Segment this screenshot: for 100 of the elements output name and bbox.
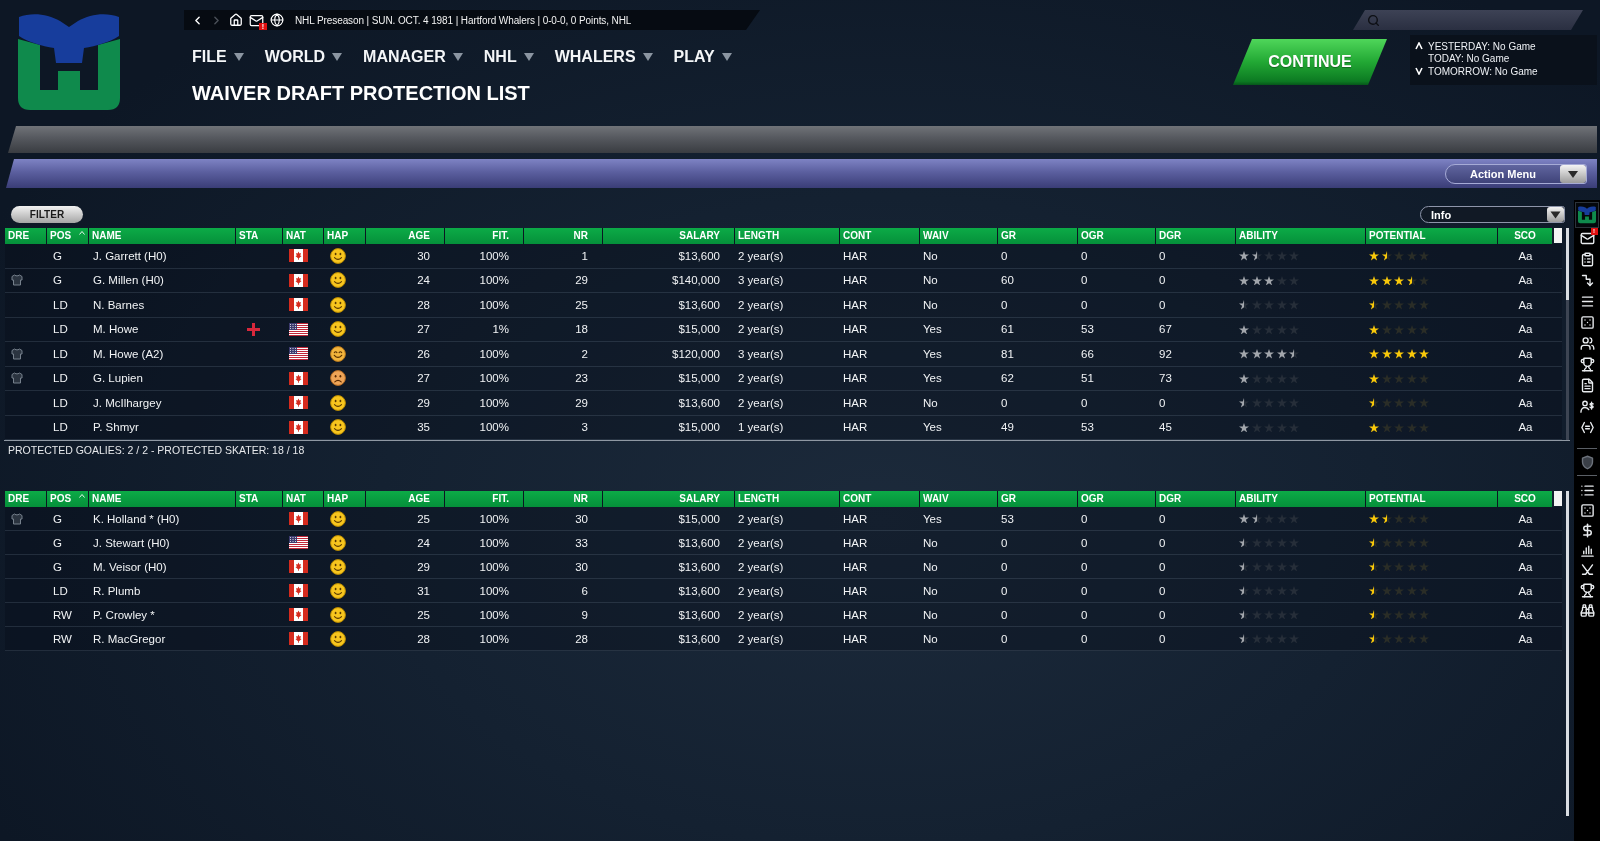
table-row[interactable]: LD J. McIlhargey 29 100% 29 $13,600 2 year(s) HAR No 0 0 0 Aa (5, 391, 1562, 416)
menu-item[interactable]: WORLD (264, 47, 343, 66)
table-cell-text: Aa (1517, 346, 1534, 362)
column-header[interactable]: CONT (839, 491, 919, 507)
column-header[interactable]: NR (523, 491, 602, 507)
list-icon[interactable] (1579, 482, 1595, 498)
column-header[interactable]: DGR (1155, 228, 1235, 244)
chevron-down-icon[interactable] (1415, 67, 1423, 76)
star-icon (1251, 275, 1262, 285)
dice-icon[interactable] (1579, 502, 1595, 518)
continue-button[interactable]: CONTINUE (1233, 39, 1387, 85)
column-header[interactable]: ABILITY (1235, 491, 1365, 507)
column-header[interactable]: NAME (88, 228, 235, 244)
column-header[interactable]: FIT. (444, 491, 523, 507)
table-row[interactable]: LD R. Plumb 31 100% 6 $13,600 2 year(s) HAR No 0 0 0 Aa (5, 579, 1562, 603)
column-header[interactable]: POS (46, 491, 88, 507)
menu-item[interactable]: MANAGER (363, 47, 463, 66)
column-header[interactable]: NAT (282, 491, 323, 507)
menu-item[interactable]: PLAY (673, 47, 732, 66)
scrollbar[interactable] (1566, 228, 1569, 440)
column-header[interactable]: NAME (88, 491, 235, 507)
column-header[interactable]: DRE (5, 491, 46, 507)
column-header[interactable]: SALARY (602, 491, 734, 507)
column-header[interactable]: STA (235, 228, 282, 244)
table-cell-text: $13,600 (677, 297, 721, 313)
table-row[interactable]: G K. Holland * (H0) 25 100% 30 $15,000 2 year(s) HAR Yes 53 0 0 Aa (5, 507, 1562, 531)
us-flag-icon (289, 322, 308, 336)
column-header[interactable]: WAIV (919, 228, 997, 244)
column-header[interactable]: DGR (1155, 491, 1235, 507)
column-header[interactable]: GR (997, 491, 1077, 507)
column-header[interactable]: HAP (323, 491, 365, 507)
column-header[interactable]: AGE (365, 491, 444, 507)
column-header[interactable]: NAT (282, 228, 323, 244)
table-row[interactable]: LD G. Lupien 27 100% 23 $15,000 2 year(s) HAR Yes 62 51 73 Aa (5, 366, 1562, 391)
shield-icon[interactable] (1579, 454, 1595, 470)
column-header[interactable]: POTENTIAL (1365, 491, 1497, 507)
table-row[interactable]: G J. Garrett (H0) 30 100% 1 $13,600 2 year(s) HAR No 0 0 0 Aa (5, 244, 1562, 269)
table-row[interactable]: LD N. Barnes 28 100% 25 $13,600 2 year(s) HAR No 0 0 0 Aa (5, 293, 1562, 318)
empty-star-icon (1406, 422, 1417, 432)
menu-item[interactable]: FILE (192, 47, 244, 66)
table-row[interactable]: LD M. Howe (A2) 26 100% 2 $120,000 3 year(s) HAR Yes 81 66 92 Aa (5, 342, 1562, 367)
table-cell-text: 0 (1158, 273, 1167, 289)
scrollbar[interactable] (1566, 491, 1569, 816)
angle-brackets-icon[interactable] (1579, 420, 1595, 435)
team-logo-icon[interactable] (1575, 202, 1599, 228)
table-row[interactable]: G J. Stewart (H0) 24 100% 33 $13,600 2 year(s) HAR No 0 0 0 Aa (5, 531, 1562, 555)
column-header[interactable]: OGR (1077, 491, 1155, 507)
column-header[interactable]: NR (523, 228, 602, 244)
column-header[interactable]: STA (235, 491, 282, 507)
table-row[interactable]: G G. Millen (H0) 24 100% 29 $140,000 3 year(s) HAR No 60 0 0 Aa (5, 268, 1562, 293)
home-icon[interactable] (229, 13, 243, 27)
menu-icon[interactable] (1579, 294, 1595, 309)
column-header[interactable]: ABILITY (1235, 228, 1365, 244)
empty-star-icon (1251, 398, 1262, 408)
column-header[interactable]: LENGTH (734, 491, 839, 507)
view-dropdown[interactable]: Info (1420, 206, 1565, 223)
table-cell-text: Yes (922, 420, 943, 436)
table-cell-text: HAR (842, 371, 869, 387)
people-icon[interactable] (1579, 336, 1595, 351)
column-header[interactable]: HAP (323, 228, 365, 244)
action-menu-button[interactable]: Action Menu (1445, 163, 1587, 184)
column-header[interactable]: SCO (1497, 491, 1552, 507)
column-header[interactable]: AGE (365, 228, 444, 244)
column-header[interactable]: CONT (839, 228, 919, 244)
table-cell-text: 0 (1080, 607, 1089, 623)
menu-item[interactable]: NHL (483, 47, 534, 66)
column-header[interactable]: POS (46, 228, 88, 244)
empty-star-icon (1406, 585, 1417, 596)
column-header[interactable]: POTENTIAL (1365, 228, 1497, 244)
column-header[interactable]: GR (997, 228, 1077, 244)
column-header[interactable]: DRE (5, 228, 46, 244)
menu-item[interactable]: WHALERS (554, 47, 653, 66)
filter-button[interactable]: FILTER (11, 206, 83, 223)
column-header[interactable]: FIT. (444, 228, 523, 244)
person-dollar-icon[interactable] (1579, 399, 1595, 414)
dice-icon[interactable] (1579, 315, 1595, 330)
table-row[interactable]: RW R. MacGregor 28 100% 28 $13,600 2 year(s) HAR No 0 0 0 Aa (5, 627, 1562, 651)
column-header[interactable]: WAIV (919, 491, 997, 507)
table-row[interactable]: RW P. Crowley * 25 100% 9 $13,600 2 year(s) HAR No 0 0 0 Aa (5, 603, 1562, 627)
zigzag-arrow-icon[interactable] (1579, 273, 1595, 288)
column-header[interactable]: SCO (1497, 228, 1552, 244)
chevron-up-icon[interactable] (1415, 42, 1423, 51)
table-row[interactable]: LD P. Shmyr 35 100% 3 $15,000 1 year(s) HAR Yes 49 53 45 Aa (5, 415, 1562, 440)
document-icon[interactable] (1579, 378, 1595, 393)
clipboard-icon[interactable] (1579, 252, 1595, 267)
mail-icon[interactable] (1579, 231, 1595, 246)
table-row[interactable]: LD M. Howe 27 1% 18 $15,000 2 year(s) HAR Yes 61 53 67 Aa (5, 317, 1562, 342)
trophy-icon[interactable] (1579, 582, 1595, 598)
table-row[interactable]: G M. Veisor (H0) 29 100% 30 $13,600 2 year(s) HAR No 0 0 0 Aa (5, 555, 1562, 579)
smiley-face-icon (330, 534, 346, 551)
empty-star-icon (1394, 633, 1404, 644)
column-header[interactable]: OGR (1077, 228, 1155, 244)
crossed-sticks-icon[interactable] (1579, 562, 1595, 578)
half-star-icon (1239, 585, 1249, 596)
trophy-icon[interactable] (1579, 357, 1595, 372)
column-header[interactable]: SALARY (602, 228, 734, 244)
globe-icon[interactable] (270, 13, 284, 27)
mail-icon[interactable] (249, 12, 264, 28)
column-header[interactable]: LENGTH (734, 228, 839, 244)
binoculars-icon[interactable] (1579, 602, 1595, 618)
